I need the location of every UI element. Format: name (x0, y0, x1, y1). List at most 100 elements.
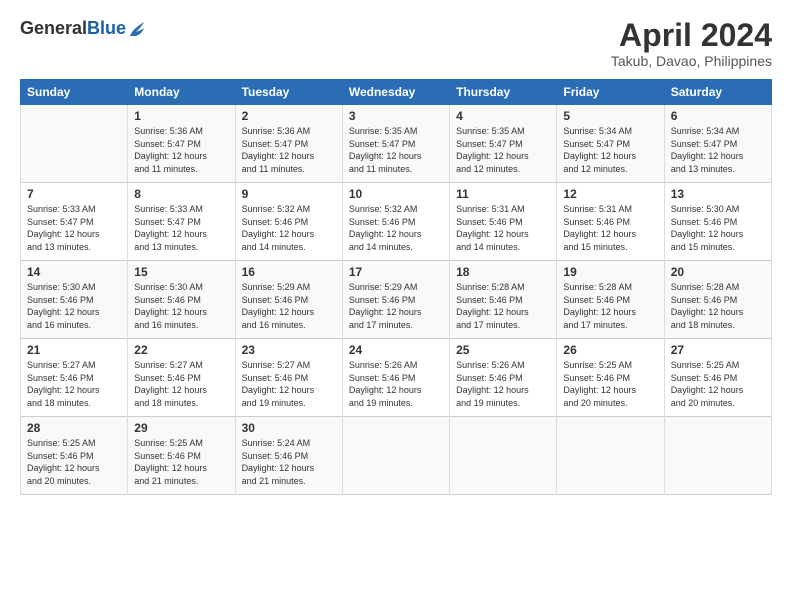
day-number: 17 (349, 265, 443, 279)
cell-info: Sunrise: 5:33 AM Sunset: 5:47 PM Dayligh… (134, 203, 228, 253)
day-number: 21 (27, 343, 121, 357)
cell-info: Sunrise: 5:33 AM Sunset: 5:47 PM Dayligh… (27, 203, 121, 253)
calendar-cell (450, 417, 557, 495)
day-number: 6 (671, 109, 765, 123)
cell-info: Sunrise: 5:25 AM Sunset: 5:46 PM Dayligh… (671, 359, 765, 409)
day-number: 5 (563, 109, 657, 123)
logo-bird-icon (128, 18, 146, 40)
day-number: 11 (456, 187, 550, 201)
calendar-cell: 29 Sunrise: 5:25 AM Sunset: 5:46 PM Dayli… (128, 417, 235, 495)
calendar-cell: 8 Sunrise: 5:33 AM Sunset: 5:47 PM Daylig… (128, 183, 235, 261)
day-number: 9 (242, 187, 336, 201)
calendar-row: 7Sunrise: 5:33 AM Sunset: 5:47 PM Daylig… (21, 183, 772, 261)
calendar-cell: 1Sunrise: 5:36 AM Sunset: 5:47 PM Daylig… (128, 105, 235, 183)
calendar-cell: 16Sunrise: 5:29 AM Sunset: 5:46 PM Dayli… (235, 261, 342, 339)
day-number: 2 (242, 109, 336, 123)
day-number: 26 (563, 343, 657, 357)
day-number: 12 (563, 187, 657, 201)
cell-info: Sunrise: 5:26 AM Sunset: 5:46 PM Dayligh… (456, 359, 550, 409)
calendar-cell (342, 417, 449, 495)
cell-info: Sunrise: 5:35 AM Sunset: 5:47 PM Dayligh… (456, 125, 550, 175)
calendar-cell: 6 Sunrise: 5:34 AM Sunset: 5:47 PM Daylig… (664, 105, 771, 183)
cell-info: Sunrise: 5:34 AM Sunset: 5:47 PM Dayligh… (671, 125, 765, 175)
calendar-cell: 12Sunrise: 5:31 AM Sunset: 5:46 PM Dayli… (557, 183, 664, 261)
cell-info: Sunrise: 5:28 AM Sunset: 5:46 PM Dayligh… (563, 281, 657, 331)
calendar-body: 1 Sunrise: 5:36 AM Sunset: 5:47 PM Daylig… (21, 105, 772, 495)
day-number: 20 (671, 265, 765, 279)
calendar-cell: 15Sunrise: 5:30 AM Sunset: 5:46 PM Dayli… (128, 261, 235, 339)
calendar-cell: 19 Sunrise: 5:28 AM Sunset: 5:46 PM Dayli… (557, 261, 664, 339)
day-number: 19 (563, 265, 657, 279)
day-number: 27 (671, 343, 765, 357)
calendar-cell: 9 Sunrise: 5:32 AM Sunset: 5:46 PM Daylig… (235, 183, 342, 261)
calendar-row: 14 Sunrise: 5:30 AM Sunset: 5:46 PM Dayli… (21, 261, 772, 339)
logo-general: GeneralBlue (20, 19, 126, 39)
title-block: April 2024 Takub, Davao, Philippines (611, 18, 772, 69)
calendar-cell: 2 Sunrise: 5:36 AM Sunset: 5:47 PM Daylig… (235, 105, 342, 183)
calendar-cell: 11 Sunrise: 5:31 AM Sunset: 5:46 PM Dayli… (450, 183, 557, 261)
calendar-cell: 5 Sunrise: 5:34 AM Sunset: 5:47 PM Daylig… (557, 105, 664, 183)
cell-info: Sunrise: 5:27 AM Sunset: 5:46 PM Dayligh… (27, 359, 121, 409)
table-header: SundayMondayTuesdayWednesdayThursdayFrid… (21, 80, 772, 105)
cell-info: Sunrise: 5:25 AM Sunset: 5:46 PM Dayligh… (27, 437, 121, 487)
cell-info: Sunrise: 5:24 AM Sunset: 5:46 PM Dayligh… (242, 437, 336, 487)
calendar-cell: 10Sunrise: 5:32 AM Sunset: 5:46 PM Dayli… (342, 183, 449, 261)
calendar-row: 28 Sunrise: 5:25 AM Sunset: 5:46 PM Dayli… (21, 417, 772, 495)
weekday-header: Thursday (450, 80, 557, 105)
day-number: 30 (242, 421, 336, 435)
cell-info: Sunrise: 5:29 AM Sunset: 5:46 PM Dayligh… (349, 281, 443, 331)
calendar-cell: 20Sunrise: 5:28 AM Sunset: 5:46 PM Dayli… (664, 261, 771, 339)
calendar-table: SundayMondayTuesdayWednesdayThursdayFrid… (20, 79, 772, 495)
calendar-row: 21 Sunrise: 5:27 AM Sunset: 5:46 PM Dayli… (21, 339, 772, 417)
day-number: 13 (671, 187, 765, 201)
calendar-cell: 13 Sunrise: 5:30 AM Sunset: 5:46 PM Dayli… (664, 183, 771, 261)
day-number: 22 (134, 343, 228, 357)
calendar-cell (557, 417, 664, 495)
day-number: 1 (134, 109, 228, 123)
cell-info: Sunrise: 5:27 AM Sunset: 5:46 PM Dayligh… (242, 359, 336, 409)
day-number: 28 (27, 421, 121, 435)
cell-info: Sunrise: 5:31 AM Sunset: 5:46 PM Dayligh… (456, 203, 550, 253)
day-number: 29 (134, 421, 228, 435)
calendar-cell: 3Sunrise: 5:35 AM Sunset: 5:47 PM Daylig… (342, 105, 449, 183)
calendar-cell: 7Sunrise: 5:33 AM Sunset: 5:47 PM Daylig… (21, 183, 128, 261)
day-number: 4 (456, 109, 550, 123)
cell-info: Sunrise: 5:27 AM Sunset: 5:46 PM Dayligh… (134, 359, 228, 409)
calendar-cell: 22 Sunrise: 5:27 AM Sunset: 5:46 PM Dayli… (128, 339, 235, 417)
cell-info: Sunrise: 5:32 AM Sunset: 5:46 PM Dayligh… (242, 203, 336, 253)
cell-info: Sunrise: 5:32 AM Sunset: 5:46 PM Dayligh… (349, 203, 443, 253)
header: GeneralBlue April 2024 Takub, Davao, Phi… (20, 18, 772, 69)
weekday-header: Saturday (664, 80, 771, 105)
day-number: 23 (242, 343, 336, 357)
calendar-cell: 17 Sunrise: 5:29 AM Sunset: 5:46 PM Dayli… (342, 261, 449, 339)
calendar-cell: 30 Sunrise: 5:24 AM Sunset: 5:46 PM Dayli… (235, 417, 342, 495)
cell-info: Sunrise: 5:30 AM Sunset: 5:46 PM Dayligh… (671, 203, 765, 253)
page: GeneralBlue April 2024 Takub, Davao, Phi… (0, 0, 792, 612)
calendar-cell: 21 Sunrise: 5:27 AM Sunset: 5:46 PM Dayli… (21, 339, 128, 417)
day-number: 15 (134, 265, 228, 279)
cell-info: Sunrise: 5:34 AM Sunset: 5:47 PM Dayligh… (563, 125, 657, 175)
cell-info: Sunrise: 5:28 AM Sunset: 5:46 PM Dayligh… (456, 281, 550, 331)
cell-info: Sunrise: 5:25 AM Sunset: 5:46 PM Dayligh… (134, 437, 228, 487)
weekday-header: Tuesday (235, 80, 342, 105)
day-number: 14 (27, 265, 121, 279)
calendar-cell: 26 Sunrise: 5:25 AM Sunset: 5:46 PM Dayli… (557, 339, 664, 417)
calendar-cell: 23 Sunrise: 5:27 AM Sunset: 5:46 PM Dayli… (235, 339, 342, 417)
day-number: 18 (456, 265, 550, 279)
month-title: April 2024 (611, 18, 772, 53)
cell-info: Sunrise: 5:29 AM Sunset: 5:46 PM Dayligh… (242, 281, 336, 331)
day-number: 3 (349, 109, 443, 123)
cell-info: Sunrise: 5:30 AM Sunset: 5:46 PM Dayligh… (27, 281, 121, 331)
calendar-cell: 14 Sunrise: 5:30 AM Sunset: 5:46 PM Dayli… (21, 261, 128, 339)
cell-info: Sunrise: 5:25 AM Sunset: 5:46 PM Dayligh… (563, 359, 657, 409)
cell-info: Sunrise: 5:36 AM Sunset: 5:47 PM Dayligh… (242, 125, 336, 175)
day-number: 25 (456, 343, 550, 357)
weekday-header: Wednesday (342, 80, 449, 105)
day-number: 8 (134, 187, 228, 201)
calendar-cell: 24Sunrise: 5:26 AM Sunset: 5:46 PM Dayli… (342, 339, 449, 417)
weekday-header: Friday (557, 80, 664, 105)
calendar-cell (21, 105, 128, 183)
calendar-row: 1 Sunrise: 5:36 AM Sunset: 5:47 PM Daylig… (21, 105, 772, 183)
calendar-cell (664, 417, 771, 495)
location: Takub, Davao, Philippines (611, 53, 772, 69)
